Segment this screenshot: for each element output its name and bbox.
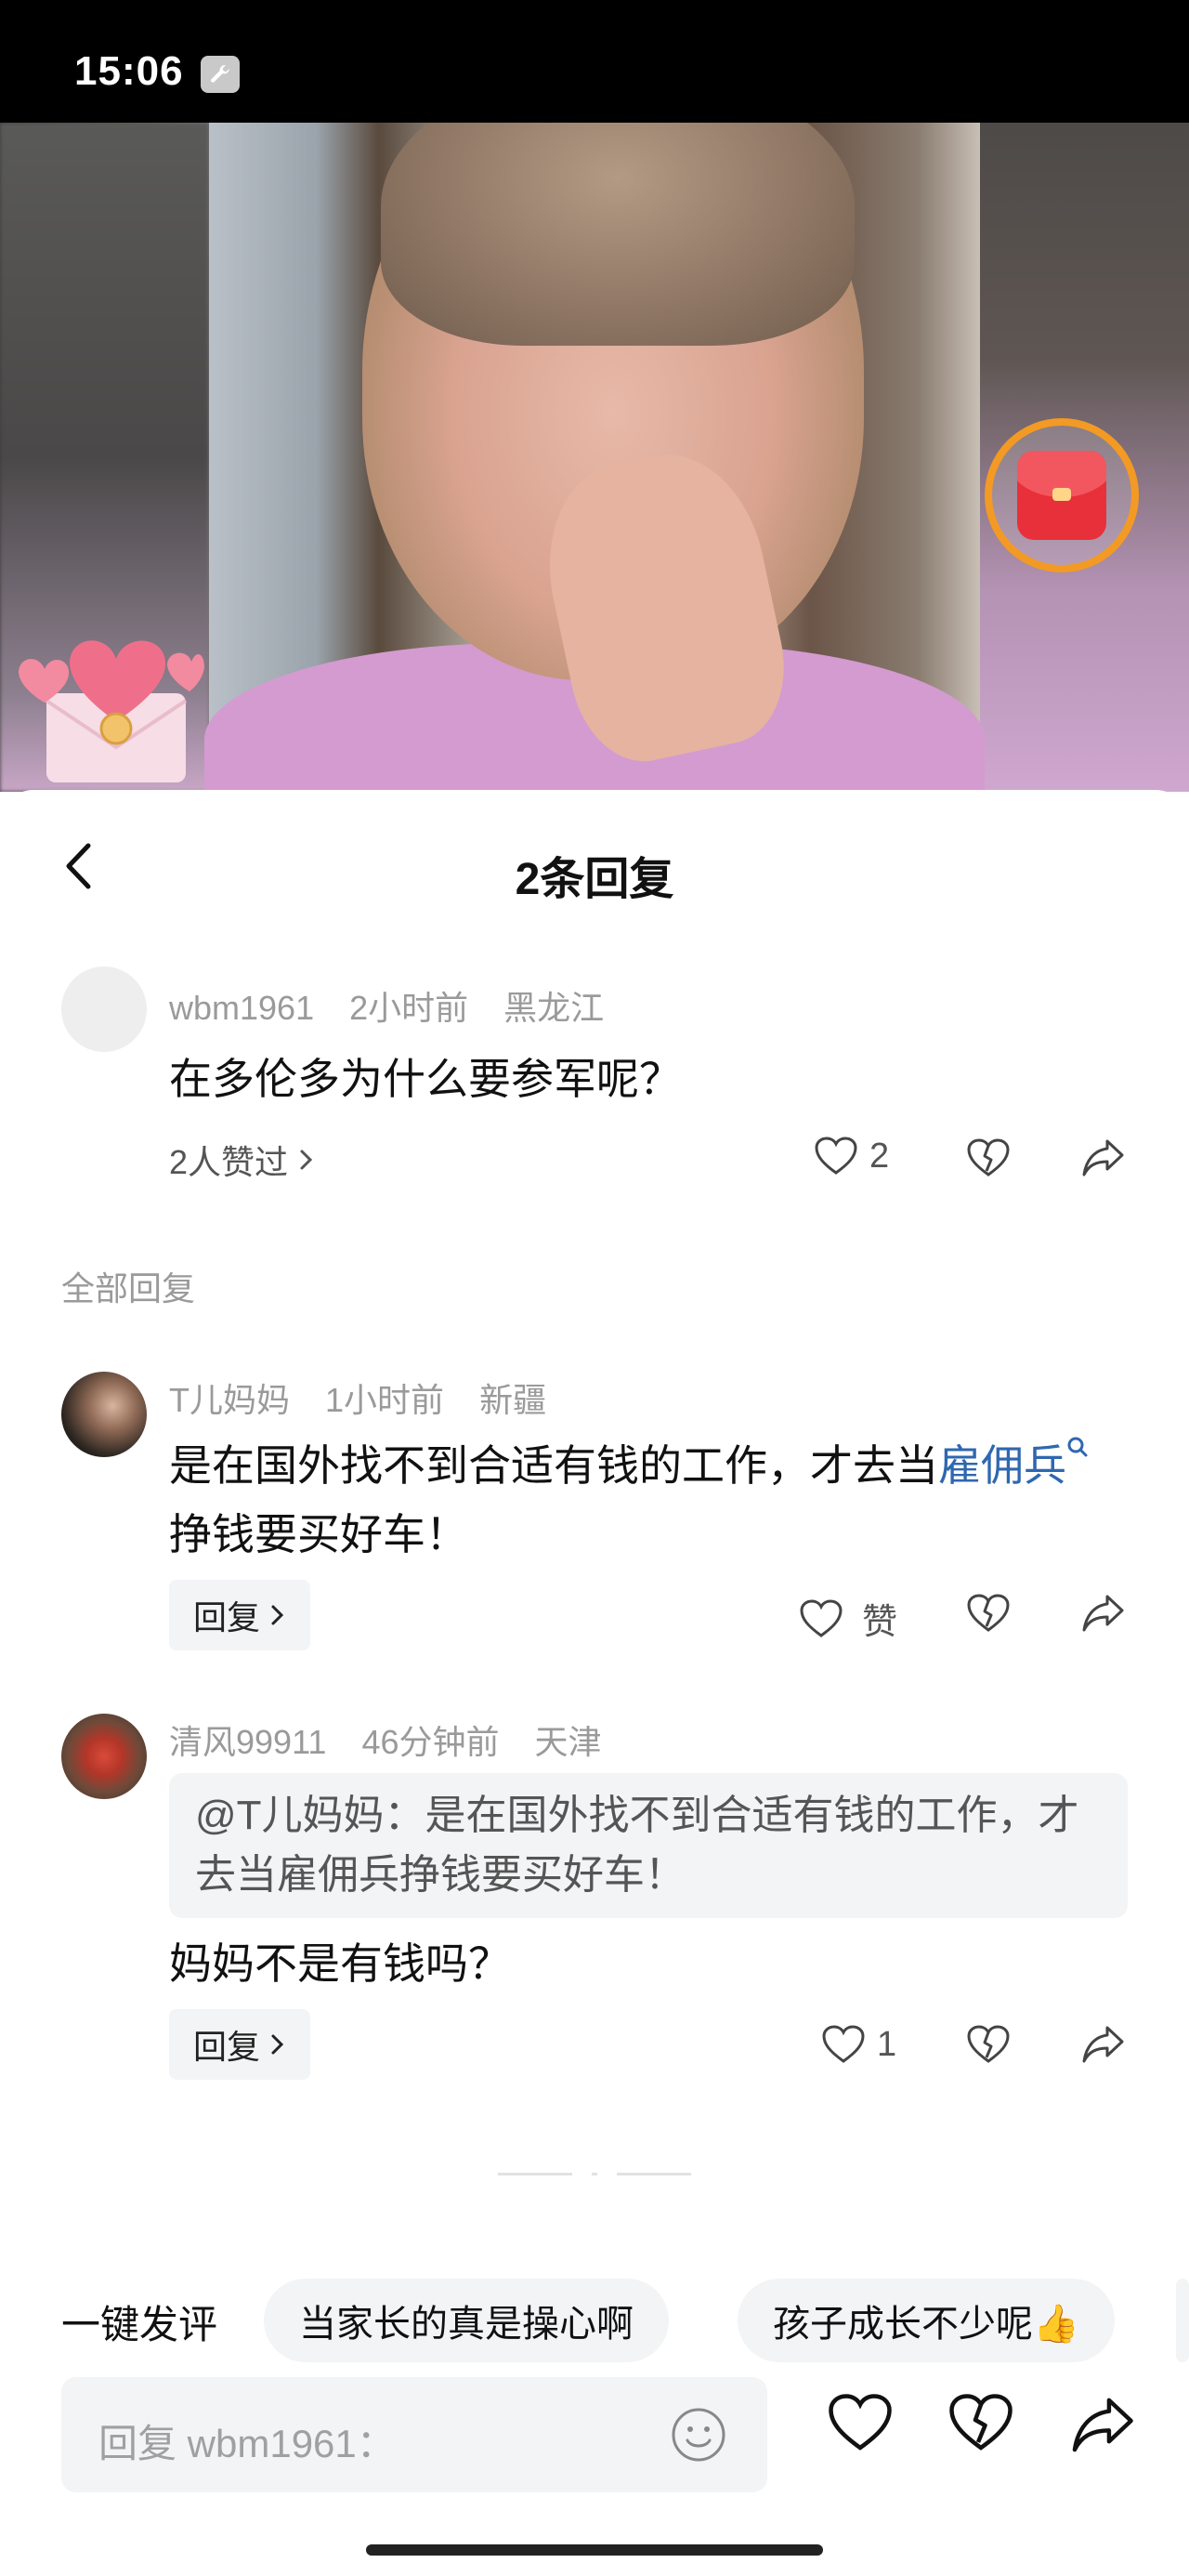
like-count: 1 <box>877 2024 897 2064</box>
broken-heart-icon <box>967 1138 1010 1176</box>
like-button[interactable]: 赞 <box>799 1593 897 1644</box>
search-icon[interactable] <box>1066 1436 1091 1464</box>
comment-location: 黑龙江 <box>503 989 605 1027</box>
heart-icon <box>800 1598 843 1637</box>
reply-text-part: 是在国外找不到合适有钱的工作，才去当 <box>169 1441 938 1490</box>
reply-input[interactable]: 回复 wbm1961： <box>61 2377 767 2492</box>
red-packet-button[interactable] <box>985 418 1139 572</box>
reply-time: 1小时前 <box>325 1381 445 1419</box>
reply-text: 是在国外找不到合适有钱的工作，才去当雇佣兵 挣钱要买好车！ <box>169 1431 1098 1569</box>
share-icon <box>1082 2026 1124 2063</box>
dislike-button[interactable] <box>966 1137 1011 1178</box>
sheet-title: 2条回复 <box>515 855 674 904</box>
like-button[interactable]: 2 <box>814 1136 889 1176</box>
chevron-right-icon <box>271 1605 284 1625</box>
comment-text: 在多伦多为什么要参军呢？ <box>169 1055 682 1103</box>
quick-comment-label: 一键发评 <box>61 2303 218 2346</box>
avatar[interactable] <box>61 1714 147 1799</box>
dislike-button[interactable] <box>966 1593 1011 1634</box>
reply-username[interactable]: T儿妈妈 <box>169 1381 290 1419</box>
reply-button-label: 回复 <box>193 2028 261 2066</box>
reply-button[interactable]: 回复 <box>169 1580 311 1650</box>
comment-username[interactable]: wbm1961 <box>169 989 314 1027</box>
likes-summary[interactable]: 2人赞过 <box>169 1136 316 1184</box>
like-count: 2 <box>869 1136 890 1176</box>
share-button[interactable] <box>1081 1591 1126 1634</box>
reply-sheet: 2条回复 wbm1961 2小时前 黑龙江 在多伦多为什么要参军呢？ 2人赞过 … <box>0 790 1189 2576</box>
red-packet-icon <box>1017 451 1106 540</box>
share-bottom-button[interactable] <box>1070 2392 1137 2460</box>
comment-meta: wbm1961 2小时前 黑龙江 <box>169 981 630 1030</box>
dislike-bottom-button[interactable] <box>947 2392 1014 2458</box>
reply-input-placeholder: 回复 wbm1961： <box>98 2422 396 2465</box>
dislike-button[interactable] <box>966 2024 1011 2065</box>
end-of-list-divider <box>498 2173 691 2176</box>
reply-location: 新疆 <box>479 1381 547 1419</box>
broken-heart-icon <box>967 1594 1010 1632</box>
likes-summary-text: 2人赞过 <box>169 1143 289 1181</box>
wrench-icon <box>201 56 240 93</box>
status-bar: 15:06 <box>0 0 1189 123</box>
chevron-right-icon <box>300 1150 313 1170</box>
live-video[interactable] <box>0 123 1189 792</box>
heart-icon <box>815 1137 857 1175</box>
reply-button[interactable]: 回复 <box>169 2009 311 2080</box>
quick-comment-chip[interactable]: 当家长的真是操心啊 <box>264 2279 669 2362</box>
emoji-icon[interactable] <box>669 2405 728 2464</box>
quick-comment-chip[interactable]: 孩子成长不少呢👍 <box>738 2279 1115 2362</box>
quick-comment-chip-overflow[interactable] <box>1176 2279 1189 2362</box>
reply-meta: 清风99911 46分钟前 天津 <box>169 1715 628 1764</box>
share-icon <box>1082 1139 1124 1176</box>
broken-heart-icon <box>949 2394 1013 2451</box>
heart-icon <box>822 2025 865 2063</box>
quoted-reply[interactable]: @T儿妈妈：是在国外找不到合适有钱的工作，才去当雇佣兵挣钱要买好车！ <box>169 1773 1128 1918</box>
share-button[interactable] <box>1081 2022 1126 2065</box>
avatar[interactable] <box>61 966 147 1052</box>
comment-time: 2小时前 <box>349 989 469 1027</box>
status-time: 15:06 <box>74 48 184 94</box>
home-indicator[interactable] <box>366 2544 823 2556</box>
reply-location: 天津 <box>534 1723 602 1761</box>
reply-meta: T儿妈妈 1小时前 新疆 <box>169 1373 572 1422</box>
video-person-hair <box>381 123 855 346</box>
heart-envelope-icon[interactable] <box>19 608 204 792</box>
like-label: 赞 <box>862 1603 898 1642</box>
search-link[interactable]: 雇佣兵 <box>938 1441 1066 1490</box>
share-icon <box>1082 1595 1124 1632</box>
like-button[interactable]: 1 <box>821 2024 896 2065</box>
reply-time: 46分钟前 <box>361 1723 500 1761</box>
avatar[interactable] <box>61 1372 147 1457</box>
like-bottom-button[interactable] <box>827 2392 894 2458</box>
broken-heart-icon <box>967 2025 1010 2063</box>
heart-icon <box>829 2394 892 2451</box>
share-icon <box>1072 2398 1133 2452</box>
reply-text: 妈妈不是有钱吗？ <box>169 1939 511 1988</box>
section-label: 全部回复 <box>61 1269 196 1308</box>
reply-username[interactable]: 清风99911 <box>169 1723 326 1761</box>
reply-text-part: 挣钱要买好车！ <box>169 1510 468 1558</box>
share-button[interactable] <box>1081 1136 1126 1178</box>
chevron-right-icon <box>271 2034 284 2055</box>
reply-button-label: 回复 <box>193 1598 261 1636</box>
